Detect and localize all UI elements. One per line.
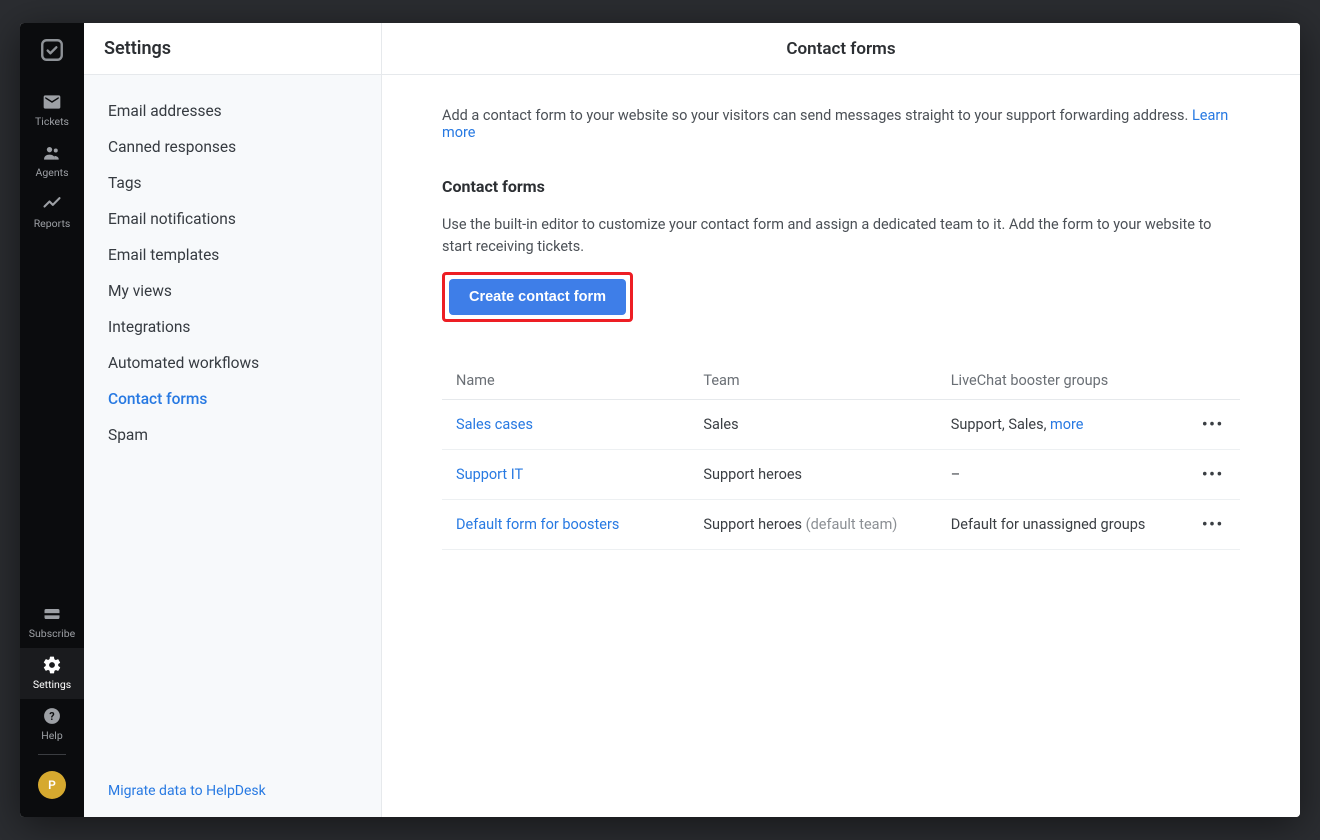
help-icon: ? <box>42 705 62 727</box>
ticket-icon <box>42 91 62 113</box>
row-actions-menu[interactable]: ••• <box>1200 516 1226 533</box>
agents-icon <box>42 142 62 164</box>
sidebar-item-automated-workflows[interactable]: Automated workflows <box>84 345 381 381</box>
page-title: Contact forms <box>382 23 1300 75</box>
nav-tickets-label: Tickets <box>35 115 69 128</box>
create-button-highlight: Create contact form <box>442 272 633 322</box>
nav-settings-label: Settings <box>33 678 71 691</box>
sidebar-list: Email addresses Canned responses Tags Em… <box>84 75 381 765</box>
groups-cell: Default for unassigned groups <box>951 516 1146 533</box>
nav-agents-label: Agents <box>36 166 69 179</box>
intro-text: Add a contact form to your website so yo… <box>442 107 1192 124</box>
sidebar-item-spam[interactable]: Spam <box>84 417 381 453</box>
sidebar-item-email-notifications[interactable]: Email notifications <box>84 201 381 237</box>
sidebar-item-tags[interactable]: Tags <box>84 165 381 201</box>
settings-sidebar: Settings Email addresses Canned response… <box>84 23 382 817</box>
table-row: Sales cases Sales Support, Sales, more •… <box>442 399 1240 449</box>
sidebar-item-canned-responses[interactable]: Canned responses <box>84 129 381 165</box>
nav-reports[interactable]: Reports <box>20 187 84 238</box>
team-cell: Support heroes <box>703 466 802 483</box>
sidebar-item-integrations[interactable]: Integrations <box>84 309 381 345</box>
row-actions-menu[interactable]: ••• <box>1200 466 1226 483</box>
form-name-link[interactable]: Sales cases <box>456 416 533 433</box>
nav-agents[interactable]: Agents <box>20 136 84 187</box>
avatar-initial: P <box>48 778 56 792</box>
content-area: Add a contact form to your website so yo… <box>382 75 1300 574</box>
app-window: Tickets Agents Reports Subscribe S <box>20 23 1300 817</box>
reports-icon <box>42 193 62 215</box>
col-header-team: Team <box>689 362 936 400</box>
nav-subscribe-label: Subscribe <box>29 627 75 640</box>
row-actions-menu[interactable]: ••• <box>1200 416 1226 433</box>
nav-help-label: Help <box>41 729 63 742</box>
rail-divider <box>38 754 66 755</box>
form-name-link[interactable]: Default form for boosters <box>456 516 619 533</box>
table-row: Default form for boosters Support heroes… <box>442 499 1240 549</box>
col-header-actions <box>1184 362 1240 400</box>
section-title: Contact forms <box>442 177 1240 196</box>
groups-more-link[interactable]: more <box>1050 416 1083 433</box>
nav-tickets[interactable]: Tickets <box>20 85 84 136</box>
user-avatar[interactable]: P <box>38 771 66 799</box>
section-description: Use the built-in editor to customize you… <box>442 214 1240 258</box>
gear-icon <box>42 654 62 676</box>
sidebar-item-email-templates[interactable]: Email templates <box>84 237 381 273</box>
create-contact-form-button[interactable]: Create contact form <box>449 279 626 315</box>
groups-cell: – <box>951 466 961 483</box>
app-logo-icon <box>35 33 69 67</box>
team-suffix: (default team) <box>802 516 897 533</box>
subscribe-icon <box>42 603 62 625</box>
nav-help[interactable]: ? Help <box>20 699 84 750</box>
nav-subscribe[interactable]: Subscribe <box>20 597 84 648</box>
svg-text:?: ? <box>49 710 54 723</box>
sidebar-item-my-views[interactable]: My views <box>84 273 381 309</box>
col-header-name: Name <box>442 362 689 400</box>
nav-settings[interactable]: Settings <box>20 648 84 699</box>
intro-paragraph: Add a contact form to your website so yo… <box>442 107 1240 141</box>
table-row: Support IT Support heroes – ••• <box>442 449 1240 499</box>
sidebar-footer: Migrate data to HelpDesk <box>84 765 381 817</box>
nav-rail: Tickets Agents Reports Subscribe S <box>20 23 84 817</box>
team-cell: Sales <box>703 416 738 433</box>
groups-cell: Support, Sales, <box>951 416 1050 433</box>
sidebar-item-email-addresses[interactable]: Email addresses <box>84 93 381 129</box>
contact-forms-table: Name Team LiveChat booster groups Sales … <box>442 362 1240 550</box>
form-name-link[interactable]: Support IT <box>456 466 523 483</box>
team-cell: Support heroes <box>703 516 802 533</box>
migrate-data-link[interactable]: Migrate data to HelpDesk <box>108 783 266 799</box>
sidebar-item-contact-forms[interactable]: Contact forms <box>84 381 381 417</box>
nav-reports-label: Reports <box>34 217 71 230</box>
main-panel: Contact forms Add a contact form to your… <box>382 23 1300 817</box>
sidebar-title: Settings <box>84 23 381 75</box>
col-header-groups: LiveChat booster groups <box>937 362 1184 400</box>
